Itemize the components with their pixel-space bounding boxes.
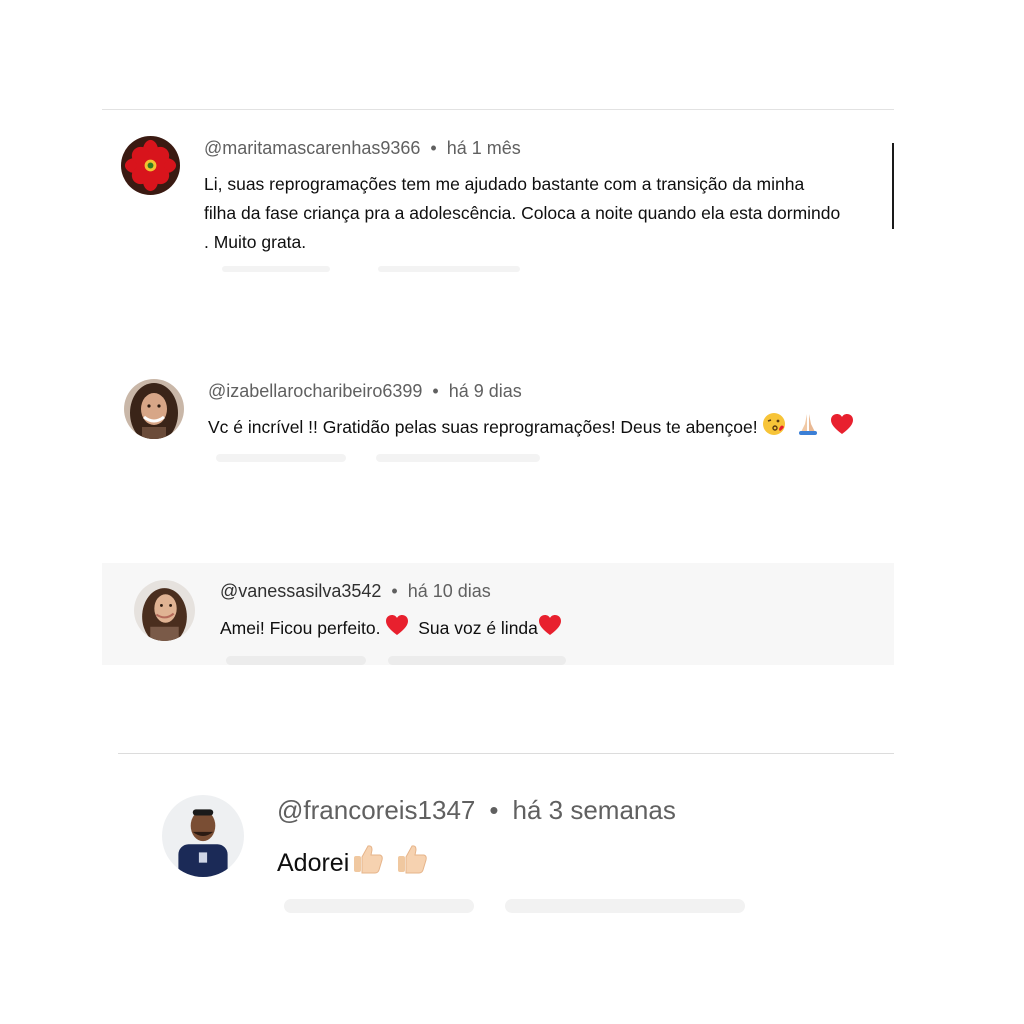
- avatar[interactable]: [124, 379, 184, 439]
- comment-body: Sua voz é linda: [418, 618, 538, 639]
- separator-dot: •: [432, 381, 439, 401]
- reply-button[interactable]: [388, 656, 566, 665]
- comment-text: Amei! Ficou perfeito. Sua voz é linda: [220, 614, 562, 645]
- crop-edge: [892, 143, 894, 229]
- avatar[interactable]: [162, 795, 244, 877]
- thumbs-up-emoji: [351, 842, 385, 887]
- username[interactable]: @francoreis1347: [277, 795, 475, 825]
- comment-line: . Muito grata.: [204, 232, 307, 252]
- comment-body: Vc é incrível !! Gratidão pelas suas rep…: [208, 417, 758, 438]
- kissing-face-emoji: [762, 412, 786, 445]
- username[interactable]: @vanessasilva3542: [220, 581, 381, 601]
- section-divider: [118, 753, 894, 754]
- reply-button[interactable]: [505, 899, 745, 913]
- comment-line: Li, suas reprogramações tem me ajudado b…: [204, 174, 805, 194]
- red-flower-avatar-image: [121, 136, 180, 195]
- username[interactable]: @izabellarocharibeiro6399: [208, 381, 422, 401]
- comment-meta: @izabellarocharibeiro6399 • há 9 dias: [208, 381, 522, 402]
- comment-text: Li, suas reprogramações tem me ajudado b…: [204, 170, 904, 257]
- thumbs-up-emoji: [395, 842, 429, 887]
- timestamp[interactable]: há 1 mês: [447, 138, 521, 158]
- like-button[interactable]: [222, 266, 330, 272]
- separator-dot: •: [430, 138, 437, 158]
- comment-meta: @maritamascarenhas9366 • há 1 mês: [204, 138, 521, 159]
- timestamp[interactable]: há 10 dias: [408, 581, 491, 601]
- timestamp[interactable]: há 3 semanas: [513, 795, 676, 825]
- username[interactable]: @maritamascarenhas9366: [204, 138, 420, 158]
- separator-dot: •: [489, 795, 499, 825]
- comment-meta: @vanessasilva3542 • há 10 dias: [220, 581, 491, 602]
- red-heart-emoji: [385, 614, 409, 645]
- comment-line: filha da fase criança pra a adolescência…: [204, 203, 841, 223]
- praying-hands-emoji: [795, 412, 821, 445]
- red-heart-emoji: [538, 614, 562, 645]
- comment-body: Amei! Ficou perfeito.: [220, 618, 381, 639]
- top-divider: [102, 109, 894, 110]
- woman-portrait-avatar-image: [124, 379, 184, 439]
- avatar[interactable]: [121, 136, 180, 195]
- like-button[interactable]: [226, 656, 366, 665]
- like-button[interactable]: [284, 899, 474, 913]
- reply-button[interactable]: [378, 266, 520, 272]
- comment-text: Adorei: [277, 842, 429, 887]
- like-button[interactable]: [216, 454, 346, 462]
- woman-portrait-avatar-image: [134, 580, 195, 641]
- comment-meta: @francoreis1347 • há 3 semanas: [277, 795, 676, 826]
- comment-text: Vc é incrível !! Gratidão pelas suas rep…: [208, 412, 854, 445]
- timestamp[interactable]: há 9 dias: [449, 381, 522, 401]
- avatar[interactable]: [134, 580, 195, 641]
- separator-dot: •: [391, 581, 398, 601]
- red-heart-emoji: [830, 413, 854, 444]
- man-portrait-avatar-image: [162, 795, 244, 877]
- comment-body: Adorei: [277, 849, 350, 878]
- reply-button[interactable]: [376, 454, 540, 462]
